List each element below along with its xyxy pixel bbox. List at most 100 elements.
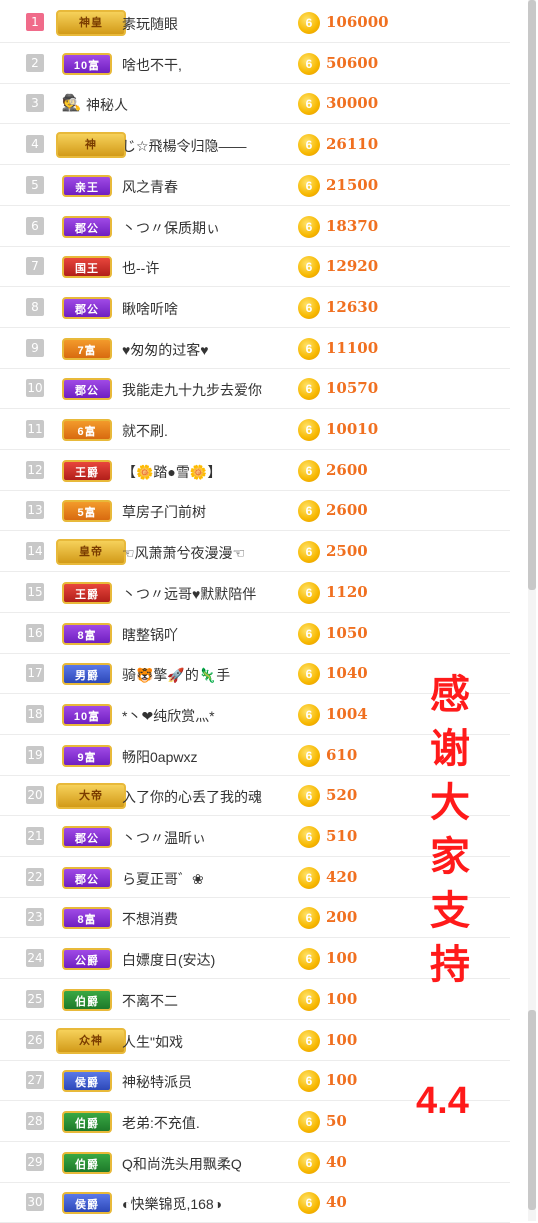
leaderboard-row[interactable]: 7 国王 也--许 6 12920 — [0, 247, 510, 288]
coin-icon: 6 — [298, 663, 320, 686]
leaderboard-row[interactable]: 8 郡公 瞅啥听啥 6 12630 — [0, 288, 510, 328]
rank-badge: 9富 — [62, 744, 112, 767]
user-name[interactable]: ◐快樂锦觅,168◑ — [122, 1194, 222, 1214]
scrollbar-thumb[interactable] — [528, 0, 536, 590]
rank-number: 1 — [26, 13, 44, 31]
user-name[interactable]: Q和尚洗头用飘柔Q — [122, 1154, 242, 1174]
coin-amount: 21500 — [326, 175, 379, 194]
leaderboard-row[interactable]: 9 7富 ♥匆匆的过客♥ 6 11100 — [0, 329, 510, 369]
date-label: 4.4 — [416, 1080, 469, 1122]
user-name[interactable]: 啥也不干, — [122, 55, 182, 75]
user-name[interactable]: 白嫖度日(安达) — [122, 950, 215, 970]
rank-number: 17 — [26, 664, 44, 683]
rank-number: 6 — [26, 216, 44, 235]
leaderboard-row[interactable]: 11 6富 就不刷. 6 10010 — [0, 410, 510, 450]
coin-icon: 6 — [298, 703, 320, 726]
user-name[interactable]: 风之青春 — [122, 177, 178, 197]
rank-number: 21 — [26, 827, 44, 845]
user-name[interactable]: 人生"如戏 — [122, 1032, 183, 1052]
thanks-char: 感 — [430, 673, 470, 717]
rank-badge: 男爵 — [62, 663, 112, 686]
user-name[interactable]: 丶つ〃远哥♥默默陪伴 — [122, 584, 256, 604]
rank-badge: 8富 — [62, 622, 112, 645]
user-name[interactable]: ら夏正哥゛❀ — [122, 869, 204, 889]
user-name[interactable]: 骑🐯擎🚀的🦎手 — [122, 665, 230, 685]
leaderboard-row[interactable]: 15 王爵 丶つ〃远哥♥默默陪伴 6 1120 — [0, 573, 510, 613]
leaderboard-row[interactable]: 13 5富 草房子门前树 6 2600 — [0, 491, 510, 532]
coin-icon: 6 — [298, 52, 320, 75]
coin-icon: 6 — [298, 785, 320, 808]
thanks-char: 支 — [430, 889, 470, 933]
rank-number: 8 — [26, 297, 44, 316]
rank-badge: 国王 — [62, 256, 112, 279]
rank-badge: 公爵 — [62, 948, 112, 971]
rank-badge: 10富 — [62, 52, 112, 75]
thanks-char: 谢 — [430, 727, 470, 771]
rank-number: 11 — [26, 420, 44, 438]
rank-badge: 8富 — [62, 907, 112, 930]
coin-icon: 6 — [298, 1151, 320, 1174]
coin-icon: 6 — [298, 215, 320, 238]
rank-number: 22 — [26, 867, 44, 886]
user-name[interactable]: ☜风萧萧兮夜漫漫☜ — [122, 543, 245, 563]
coin-amount: 100 — [326, 989, 358, 1008]
coin-icon: 6 — [298, 378, 320, 401]
user-name[interactable]: 畅阳0apwxz — [122, 747, 197, 767]
user-name[interactable]: 不想消费 — [122, 909, 178, 929]
scrollbar-thumb-lower[interactable] — [528, 1010, 536, 1210]
leaderboard-row[interactable]: 4 神じ☆飛楊令归隐—— 6 26110 — [0, 125, 510, 166]
user-name[interactable]: 也--许 — [122, 258, 159, 278]
leaderboard-row[interactable]: 16 8富 瞎整锅吖 6 1050 — [0, 614, 510, 654]
rank-number: 27 — [26, 1071, 44, 1090]
rank-number: 9 — [26, 338, 44, 357]
coin-icon: 6 — [298, 419, 320, 441]
leaderboard-row[interactable]: 29 伯爵 Q和尚洗头用飘柔Q 6 40 — [0, 1143, 510, 1183]
coin-amount: 12630 — [326, 297, 379, 316]
coin-icon: 6 — [298, 337, 320, 360]
thanks-char: 家 — [430, 835, 470, 879]
user-name[interactable]: 我能走九十九步去爱你 — [122, 380, 262, 400]
rank-number: 26 — [26, 1030, 44, 1049]
leaderboard-row[interactable]: 12 王爵 【🌼踏●雪🌼】 6 2600 — [0, 451, 510, 491]
mystery-avatar-icon: 🕵 — [61, 95, 83, 113]
user-name[interactable]: 草房子门前树 — [122, 502, 206, 522]
user-name[interactable]: 丶つ〃保质期ぃ — [122, 218, 220, 238]
user-name[interactable]: 神秘人 — [86, 95, 128, 115]
rank-badge: 大帝 — [56, 783, 126, 810]
user-name[interactable]: 瞅啥听啥 — [122, 299, 178, 319]
coin-icon: 6 — [298, 134, 320, 157]
user-name[interactable]: 【🌼踏●雪🌼】 — [122, 462, 221, 482]
leaderboard-row[interactable]: 14 皇帝 ☜风萧萧兮夜漫漫☜ 6 2500 — [0, 532, 510, 573]
user-name[interactable]: 就不刷. — [122, 421, 168, 441]
leaderboard-row[interactable]: 6 郡公 丶つ〃保质期ぃ 6 18370 — [0, 207, 510, 247]
rank-badge: 亲王 — [62, 174, 112, 197]
rank-number: 30 — [26, 1193, 44, 1212]
user-name[interactable]: 神秘特派员 — [122, 1072, 192, 1092]
user-name[interactable]: 不离不二 — [122, 991, 178, 1011]
leaderboard-row[interactable]: 1 神皇 素玩随眼 6 106000 — [0, 3, 510, 43]
user-name[interactable]: *丶❤纯欣赏灬* — [122, 706, 215, 726]
leaderboard-row[interactable]: 10 郡公 我能走九十九步去爱你 6 10570 — [0, 369, 510, 410]
user-name[interactable]: 素玩随眼 — [122, 14, 178, 34]
thanks-char: 大 — [430, 781, 470, 825]
coin-amount: 26110 — [326, 135, 379, 154]
leaderboard-row[interactable]: 3 🕵 神秘人 6 30000 — [0, 84, 510, 125]
coin-amount: 510 — [326, 827, 358, 845]
user-name[interactable]: 入了你的心丢了我的魂 — [122, 787, 262, 807]
user-name[interactable]: じ☆飛楊令归隐—— — [122, 136, 247, 156]
user-name[interactable]: 瞎整锅吖 — [122, 625, 178, 645]
leaderboard-row[interactable]: 26 众神 人生"如戏 6 100 — [0, 1021, 510, 1061]
rank-badge: 6富 — [62, 419, 112, 441]
leaderboard-row[interactable]: 2 10富 啥也不干, 6 50600 — [0, 44, 510, 84]
rank-badge: 郡公 — [62, 215, 112, 238]
rank-number: 10 — [26, 379, 44, 398]
leaderboard-row[interactable]: 30 侯爵 ◐快樂锦觅,168◑ 6 40 — [0, 1183, 510, 1223]
leaderboard-row[interactable]: 5 亲王 风之青春 6 21500 — [0, 166, 510, 206]
user-name[interactable]: 丶つ〃温昕ぃ — [122, 828, 206, 848]
coin-amount: 420 — [326, 867, 358, 886]
rank-badge: 神皇 — [56, 10, 126, 36]
rank-badge: 侯爵 — [62, 1192, 112, 1215]
user-name[interactable]: ♥匆匆的过客♥ — [122, 340, 209, 360]
coin-icon: 6 — [298, 988, 320, 1011]
user-name[interactable]: 老弟:不充值. — [122, 1113, 200, 1133]
